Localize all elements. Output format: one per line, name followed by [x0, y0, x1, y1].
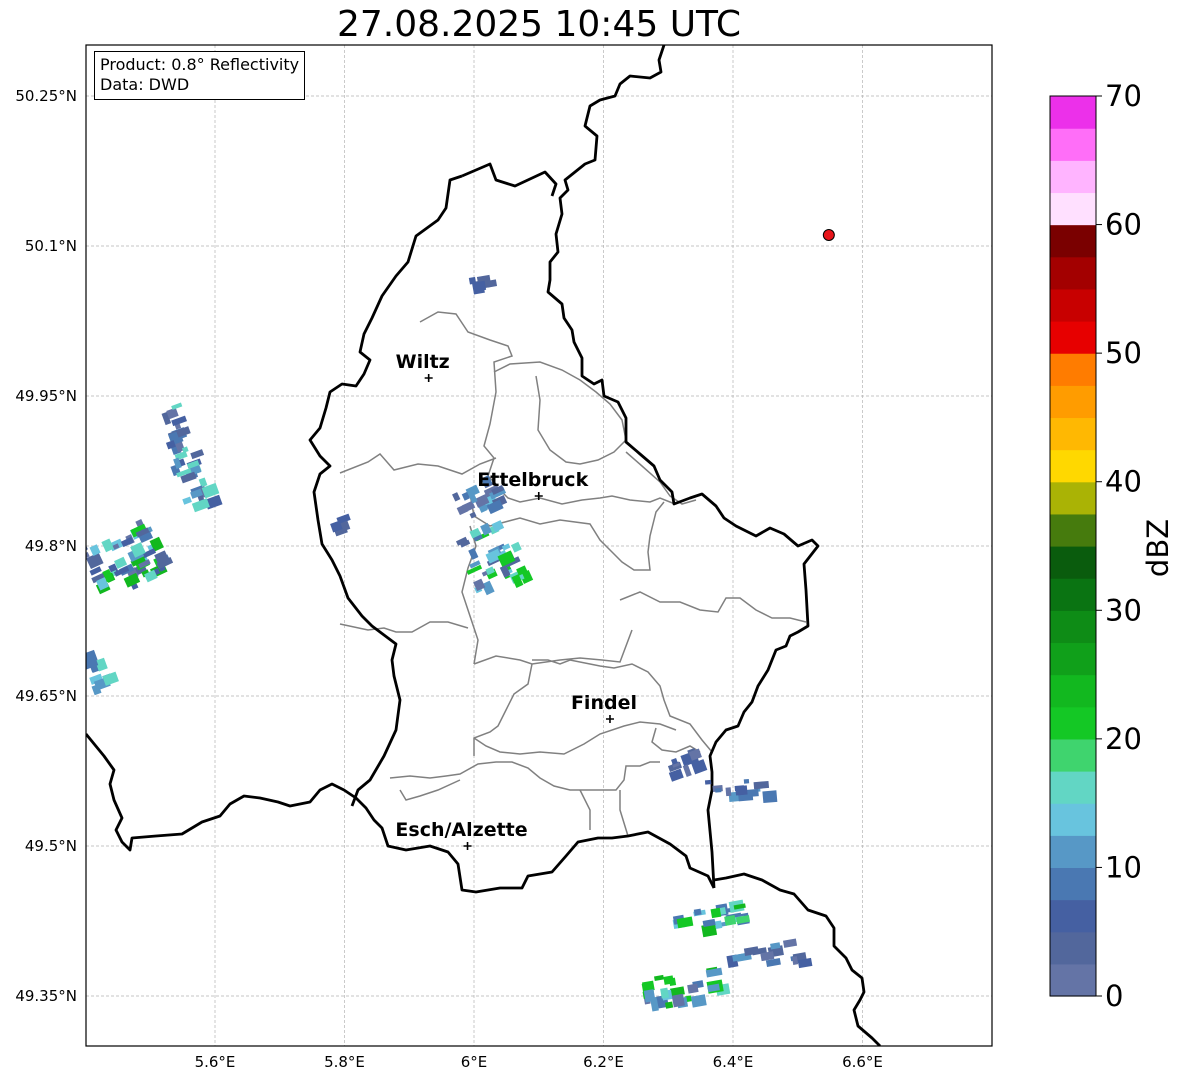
colorbar-segment — [1050, 899, 1096, 933]
colorbar-tick-label: 30 — [1105, 593, 1142, 627]
echo-pixel — [687, 983, 699, 994]
colorbar-tick-labels: 0 10 20 30 40 50 60 70 — [1096, 79, 1142, 1013]
colorbar-tick-label: 10 — [1105, 850, 1142, 884]
colorbar-segment — [1050, 931, 1096, 965]
colorbar-segment — [1050, 160, 1096, 194]
echo-pixel — [643, 989, 656, 1003]
echo-pixel — [725, 787, 732, 797]
echo-pixel — [724, 915, 737, 926]
colorbar-label: dBZ — [1141, 519, 1175, 577]
lon-tick-label: 5.8°E — [324, 1053, 365, 1071]
colorbar-segment — [1050, 417, 1096, 451]
colorbar-segment — [1050, 481, 1096, 515]
city-label: Wiltz — [396, 351, 450, 373]
city-label: Findel — [571, 692, 637, 714]
lat-tick-label: 50.25°N — [15, 87, 77, 105]
colorbar-tick-label: 60 — [1105, 208, 1142, 242]
colorbar-segment — [1050, 128, 1096, 161]
colorbar-segment — [1050, 771, 1096, 804]
colorbar-segment — [1050, 546, 1096, 579]
colorbar-segment — [1050, 835, 1096, 869]
lat-tick-label: 49.35°N — [15, 987, 77, 1005]
echo-pixel — [762, 790, 778, 804]
colorbar-tick-label: 70 — [1105, 79, 1142, 113]
radar-site-marker — [822, 229, 835, 241]
echo-pixel — [743, 778, 750, 784]
lon-tick-label: 6.2°E — [583, 1053, 624, 1071]
colorbar-segment — [1050, 192, 1096, 226]
colorbar-segment — [1050, 738, 1096, 772]
colorbar-segment — [1050, 321, 1096, 354]
colorbar-segment — [1050, 642, 1096, 676]
lat-tick-label: 50.1°N — [25, 237, 77, 255]
map-background — [86, 45, 992, 1046]
lat-tick-label: 49.5°N — [25, 837, 77, 855]
colorbar-segment — [1050, 963, 1096, 997]
colorbar-segment — [1050, 706, 1096, 740]
colorbar — [1049, 95, 1097, 997]
echo-pixel — [714, 920, 723, 930]
colorbar-segment — [1050, 224, 1096, 258]
longitude-tick-labels: 5.6°E 5.8°E 6°E 6.2°E 6.4°E 6.6°E — [195, 1053, 883, 1071]
echo-pixel — [710, 907, 722, 919]
lon-tick-label: 6°E — [461, 1053, 488, 1071]
colorbar-segment — [1050, 353, 1096, 386]
colorbar-tick-label: 0 — [1105, 979, 1123, 1013]
colorbar-tick-label: 50 — [1105, 336, 1142, 370]
colorbar-segment — [1050, 803, 1096, 836]
product-info-box: Product: 0.8° Reflectivity Data: DWD — [94, 51, 306, 100]
echo-pixel — [665, 1001, 674, 1009]
colorbar-segment — [1050, 288, 1096, 322]
lon-tick-label: 6.6°E — [842, 1053, 883, 1071]
city-label: Esch/Alzette — [395, 819, 527, 841]
colorbar-segment — [1050, 385, 1096, 419]
lat-tick-label: 49.95°N — [15, 387, 77, 405]
colorbar-segment — [1050, 610, 1096, 644]
echo-pixel — [668, 977, 677, 987]
lat-tick-label: 49.65°N — [15, 687, 77, 705]
city-label: Ettelbruck — [477, 469, 588, 491]
colorbar-tick-label: 40 — [1105, 465, 1142, 499]
colorbar-segment — [1050, 674, 1096, 708]
latitude-tick-labels: 50.25°N 50.1°N 49.95°N 49.8°N 49.65°N 49.5°N 4… — [15, 87, 77, 1005]
colorbar-segment — [1050, 256, 1096, 290]
echo-pixel — [693, 908, 702, 916]
data-source-label: Data: DWD — [100, 75, 190, 94]
colorbar-segment — [1050, 578, 1096, 611]
colorbar-segment — [1050, 513, 1096, 547]
colorbar-segment — [1050, 449, 1096, 483]
colorbar-segment — [1050, 96, 1096, 129]
echo-pixel — [704, 779, 712, 785]
product-label: Product: 0.8° Reflectivity — [100, 55, 300, 74]
echo-pixel — [714, 787, 722, 793]
echo-pixel — [671, 993, 685, 1008]
colorbar-tick-label: 20 — [1105, 722, 1142, 756]
lat-tick-label: 49.8°N — [25, 537, 77, 555]
radar-map: 50.25°N 50.1°N 49.95°N 49.8°N 49.65°N 49.5°N 4… — [15, 44, 1175, 1071]
colorbar-segment — [1050, 867, 1096, 901]
echo-pixel — [753, 780, 770, 790]
echo-pixel — [735, 785, 748, 796]
radar-site-dot — [822, 229, 835, 241]
echo-pixel — [468, 276, 477, 285]
lon-tick-label: 6.4°E — [713, 1053, 754, 1071]
lon-tick-label: 5.6°E — [195, 1053, 236, 1071]
